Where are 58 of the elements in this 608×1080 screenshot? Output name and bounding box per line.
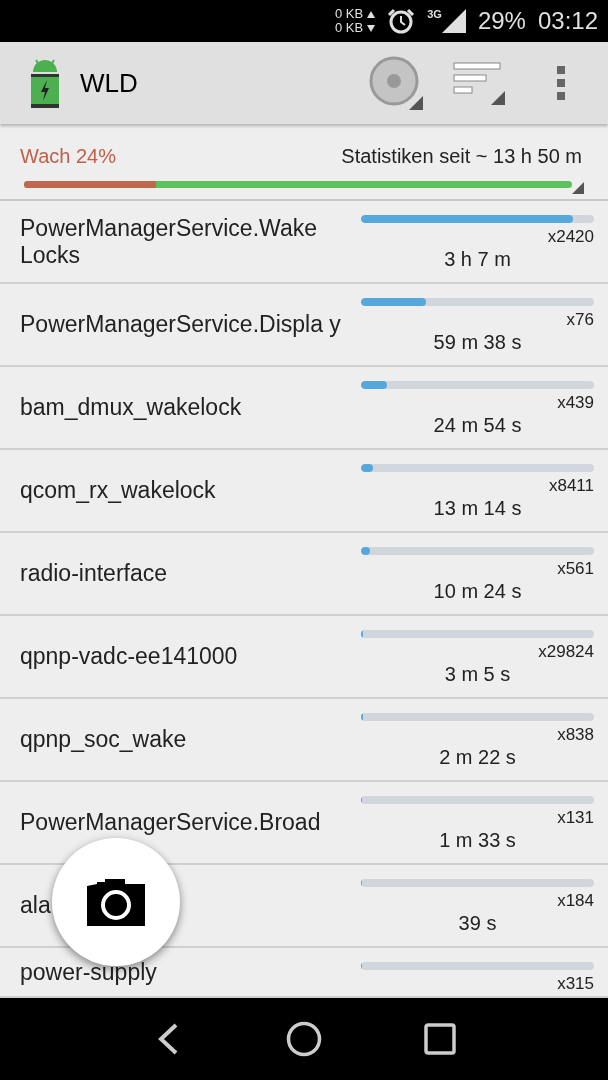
camera-icon (85, 878, 147, 926)
wakelock-duration: 2 m 22 s (439, 745, 516, 769)
network-type: 3G (427, 9, 442, 20)
wakelock-name: bam_dmux_wakelock (20, 394, 242, 421)
wakelock-row[interactable]: bam_dmux_wakelock x439 24 m 54 s (0, 367, 608, 450)
clock: 03:12 (537, 6, 598, 36)
wakelock-count: x29824 (538, 642, 594, 662)
wakelock-count: x2420 (547, 227, 594, 247)
upload-arrow-icon (367, 10, 376, 18)
wakelock-row[interactable]: PowerManagerService.Displa y x76 59 m 38 s (0, 284, 608, 367)
wakelock-name: PowerManagerService.Wake Locks (20, 214, 318, 269)
wakelock-count: x76 (566, 310, 594, 330)
record-button[interactable] (368, 55, 424, 111)
wakelock-name: qcom_rx_wakelock (20, 477, 216, 504)
wakelock-duration: 3 h 7 m (444, 247, 511, 271)
wakelock-row[interactable]: qcom_rx_wakelock x8411 13 m 14 s (0, 450, 608, 533)
wakelock-name: qpnp_soc_wake (20, 726, 187, 753)
menu-icon (556, 66, 566, 100)
wakelock-duration: 3 m 5 s (444, 662, 511, 686)
upload-speed: 0 KB (335, 7, 364, 21)
wakelock-count: x439 (557, 393, 594, 413)
wakelock-duration: 1 m 33 s (439, 828, 516, 852)
download-arrow-icon (367, 24, 376, 32)
alarm-clock-icon (387, 8, 416, 34)
back-icon (157, 1023, 179, 1055)
wakelock-duration: 39 s (458, 911, 497, 935)
wakelock-row[interactable]: qpnp-vadc-ee141000 x29824 3 m 5 s (0, 616, 608, 699)
wakelock-name: radio-interface (20, 560, 168, 587)
wakelock-count: x561 (557, 559, 594, 579)
record-icon (369, 56, 423, 110)
wakelock-duration: 59 m 38 s (433, 330, 522, 354)
battery-percentage: 29% (477, 6, 526, 36)
wakelock-count: x8411 (548, 476, 594, 496)
wakelock-name: qpnp-vadc-ee141000 (20, 643, 238, 670)
signal-icon (441, 9, 466, 33)
wakelock-name: power-supply (20, 958, 157, 986)
wakelock-name: PowerManagerService.Displa y (20, 311, 341, 338)
wakelock-duration: 24 m 54 s (433, 413, 522, 437)
statistics-since: Statistiken seit ~ 13 h 50 m (341, 144, 582, 168)
wakelock-count: x315 (557, 974, 594, 994)
resize-corner-icon (572, 182, 584, 194)
app-title: WLD (80, 66, 138, 100)
wakelock-count: x184 (557, 891, 594, 911)
wakelock-row[interactable]: qpnp_soc_wake x838 2 m 22 s (0, 699, 608, 782)
recents-icon (424, 1023, 456, 1055)
wakelock-name: ala (20, 892, 51, 919)
home-icon (286, 1021, 322, 1057)
wakelock-row[interactable]: PowerManagerService.Wake Locks x2420 3 h 7 m (0, 201, 608, 284)
awake-percentage: Wach 24% (20, 144, 116, 168)
wakelock-duration: 13 m 14 s (433, 496, 522, 520)
wakelock-duration: 10 m 24 s (433, 579, 522, 603)
wakelock-name: PowerManagerService.Broad (20, 809, 321, 836)
sort-icon (453, 61, 507, 105)
download-speed: 0 KB (335, 21, 364, 35)
android-battery-icon (30, 58, 60, 108)
wakelock-count: x131 (557, 808, 594, 828)
wakelock-count: x838 (557, 725, 594, 745)
wakelock-row[interactable]: radio-interface x561 10 m 24 s (0, 533, 608, 616)
